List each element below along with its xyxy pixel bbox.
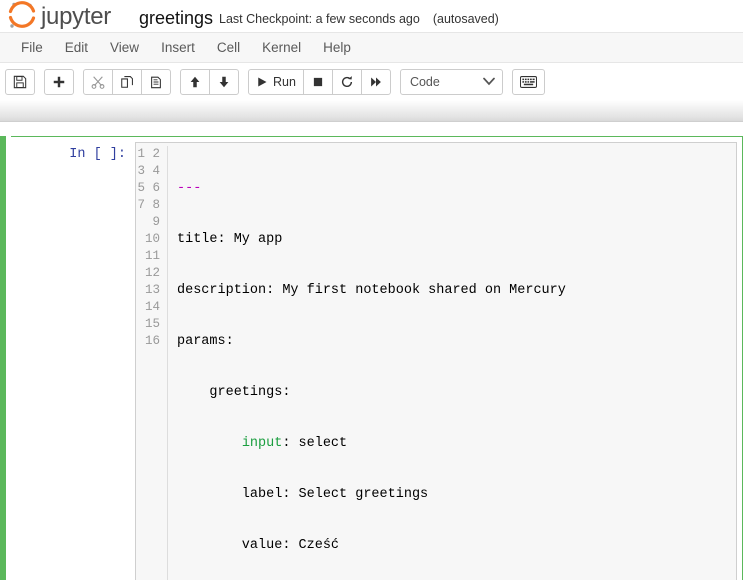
toolbar-group-move (180, 68, 239, 95)
cell-prompt: In [ ]: (69, 147, 126, 162)
menu-item-view[interactable]: View (99, 37, 150, 59)
insert-cell-below-button[interactable] (44, 68, 74, 95)
line-number: 1 (137, 147, 145, 161)
cell-type-select[interactable]: Code (399, 68, 503, 95)
code-text[interactable]: --- title: My app description: My first … (168, 146, 736, 580)
code-editor[interactable]: 1 2 3 4 5 6 7 8 9 10 11 12 13 14 15 16 -… (135, 142, 737, 580)
menu-bar: File Edit View Insert Cell Kernel Help (0, 32, 743, 63)
yaml-doc-start: --- (177, 181, 202, 196)
line-number: 16 (144, 334, 160, 348)
play-icon (256, 76, 268, 88)
copy-icon (120, 75, 134, 89)
restart-circle-arrow-icon (340, 75, 354, 89)
code-line: --- (177, 180, 736, 197)
notebook-cell[interactable]: In [ ]: 1 2 3 4 5 6 7 8 9 10 11 12 13 14… (0, 136, 743, 580)
code-line: description: My first notebook shared on… (177, 283, 566, 298)
code-line: params: (177, 334, 234, 349)
toolbar-group-execute: Run (248, 68, 391, 95)
move-cell-down-button[interactable] (209, 68, 239, 95)
app-header: jupyter greetings Last Checkpoint: a few… (0, 0, 743, 32)
keyboard-icon (519, 75, 537, 88)
command-palette-button[interactable] (511, 68, 545, 95)
menu-item-edit[interactable]: Edit (54, 37, 99, 59)
move-cell-up-button[interactable] (180, 68, 210, 95)
save-button[interactable] (5, 68, 35, 95)
arrow-down-icon (217, 75, 231, 89)
line-number: 9 (152, 215, 160, 229)
code-line: label: Select greetings (177, 487, 429, 502)
code-line: greetings: (177, 385, 291, 400)
line-number: 2 (152, 147, 160, 161)
cut-button[interactable] (83, 68, 113, 95)
cell-type-value: Code (409, 74, 440, 89)
toolbar: Run Code (0, 63, 743, 100)
run-button-label: Run (273, 74, 296, 89)
line-number: 11 (144, 249, 160, 263)
line-number: 7 (137, 198, 145, 212)
code-line: title: My app (177, 232, 283, 247)
interrupt-kernel-button[interactable] (302, 68, 333, 95)
restart-kernel-button[interactable] (331, 68, 362, 95)
notebook-body: In [ ]: 1 2 3 4 5 6 7 8 9 10 11 12 13 14… (0, 122, 743, 580)
menu-item-kernel[interactable]: Kernel (251, 37, 312, 59)
fast-forward-icon (369, 76, 383, 88)
code-line: input: select (241, 436, 348, 451)
toolbar-divider (0, 100, 743, 122)
line-number: 14 (144, 300, 160, 314)
line-number-gutter: 1 2 3 4 5 6 7 8 9 10 11 12 13 14 15 16 (136, 146, 168, 580)
line-number: 4 (152, 164, 160, 178)
menu-item-insert[interactable]: Insert (150, 37, 206, 59)
toolbar-group-insert (44, 68, 74, 95)
stop-square-icon (312, 76, 324, 88)
jupyter-logo-icon[interactable] (6, 1, 40, 31)
line-number: 5 (137, 181, 145, 195)
line-number: 13 (144, 283, 160, 297)
toolbar-group-clipboard (83, 68, 171, 95)
menu-item-cell[interactable]: Cell (206, 37, 251, 59)
line-number: 12 (144, 266, 160, 280)
plus-icon (52, 75, 66, 89)
line-number: 3 (137, 164, 145, 178)
paste-button[interactable] (141, 68, 171, 95)
restart-and-run-all-button[interactable] (360, 68, 391, 95)
toolbar-group-palette (511, 68, 545, 95)
line-number: 8 (152, 198, 160, 212)
last-checkpoint-label: Last Checkpoint: a few seconds ago (219, 12, 420, 26)
menu-item-help[interactable]: Help (312, 37, 362, 59)
jupyter-wordmark[interactable]: jupyter (41, 5, 111, 29)
menu-item-file[interactable]: File (10, 37, 54, 59)
scissors-icon (91, 75, 105, 89)
line-number: 10 (144, 232, 160, 246)
run-button[interactable]: Run (248, 68, 304, 95)
arrow-up-icon (188, 75, 202, 89)
paste-icon (149, 75, 163, 89)
line-number: 15 (144, 317, 160, 331)
chevron-down-icon (483, 75, 495, 89)
autosave-status: (autosaved) (432, 12, 499, 26)
line-number: 6 (152, 181, 160, 195)
code-line: value: Cześć (177, 538, 340, 553)
toolbar-group-save (5, 68, 35, 95)
notebook-name[interactable]: greetings (139, 9, 213, 27)
copy-button[interactable] (112, 68, 142, 95)
save-disk-icon (13, 75, 27, 89)
